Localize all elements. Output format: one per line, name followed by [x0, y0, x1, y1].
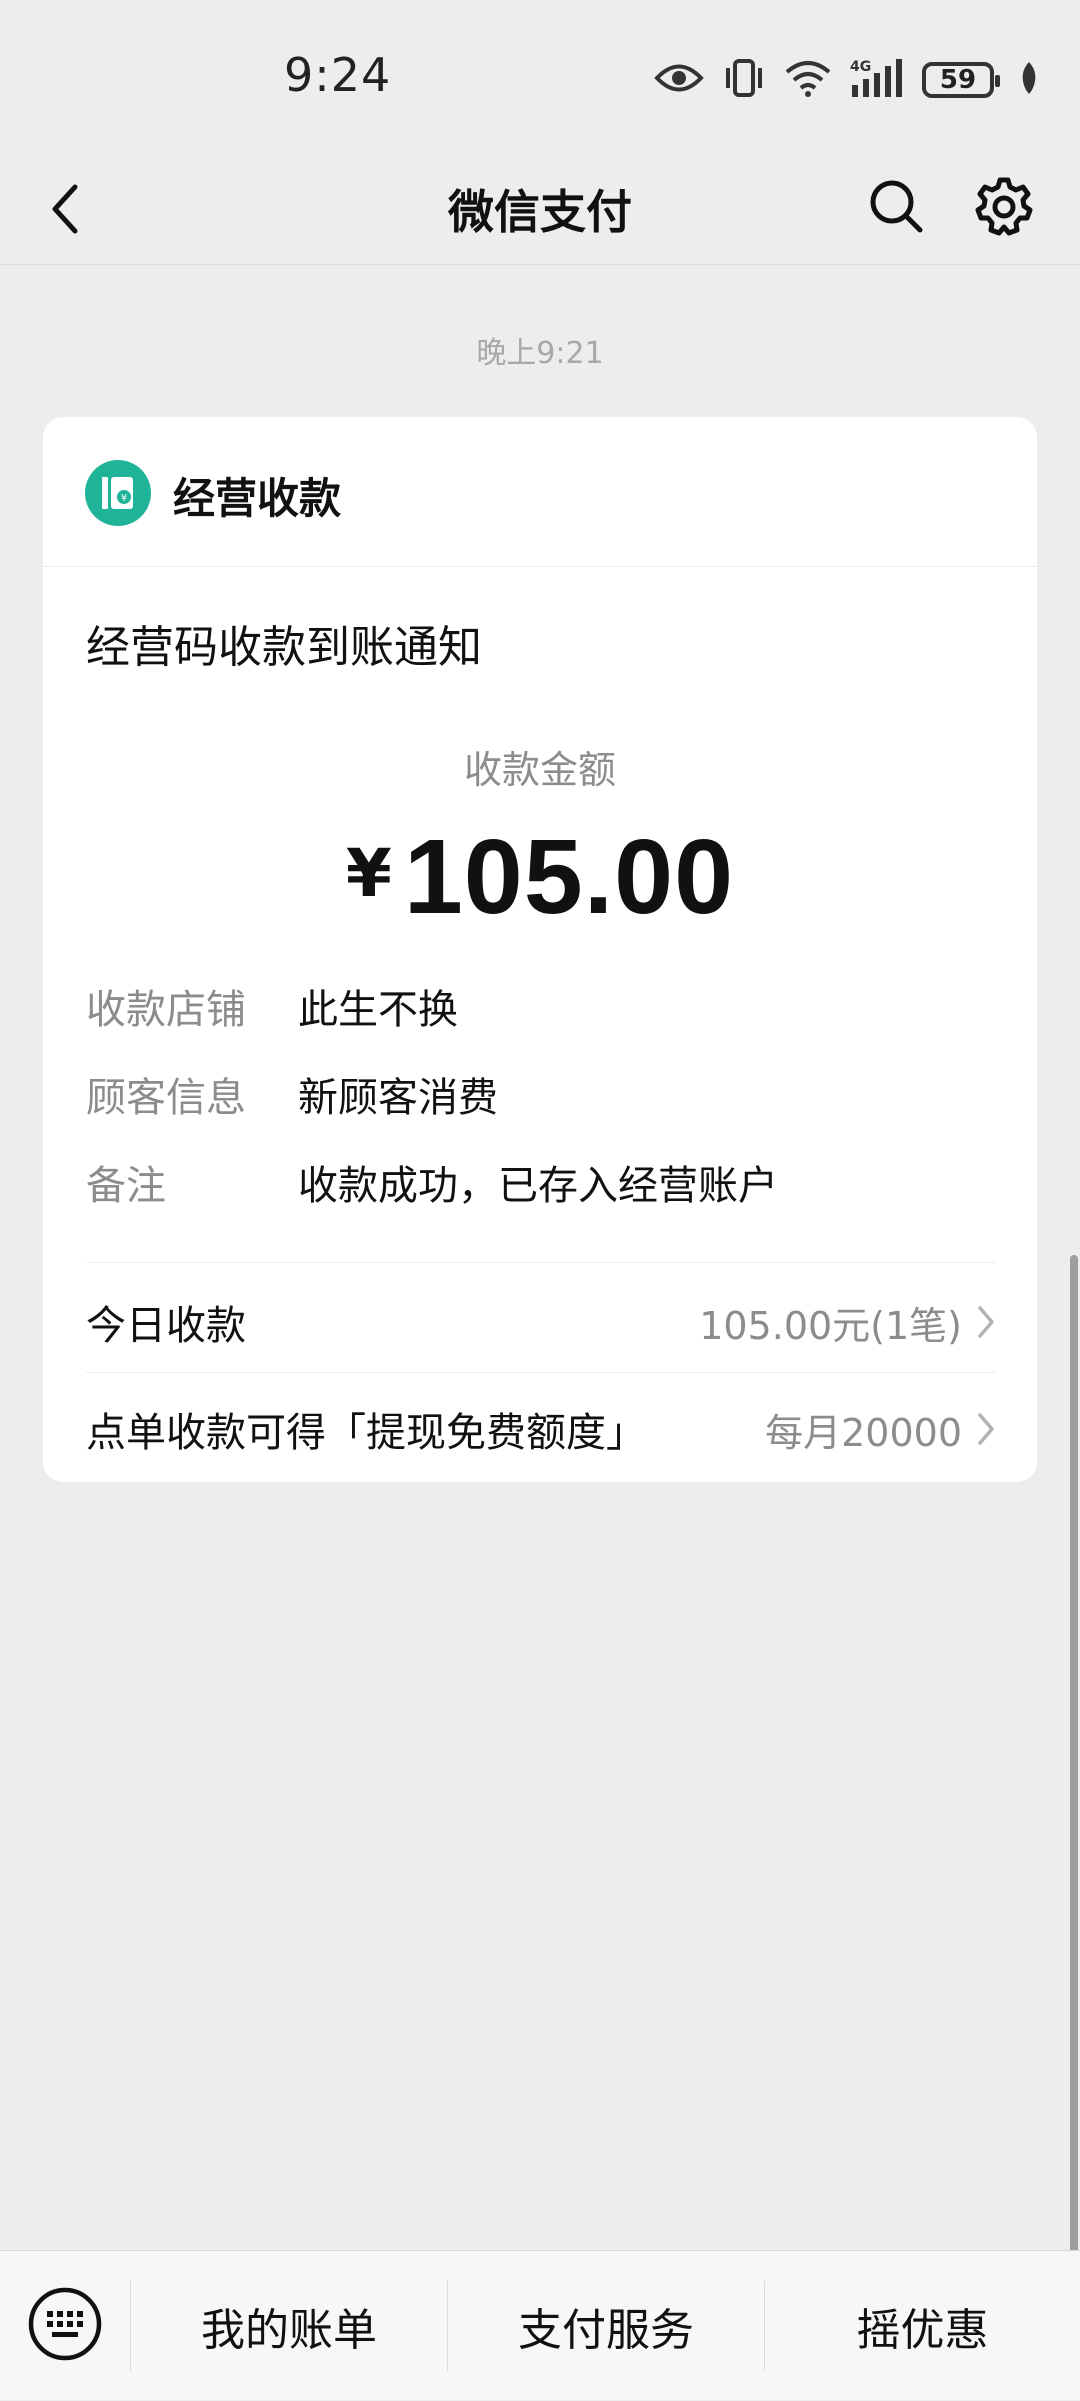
detail-value: 收款成功，已存入经营账户	[298, 1163, 778, 1209]
nav-bar: 微信支付	[0, 150, 1080, 266]
promo-right: 每月20000	[765, 1402, 996, 1457]
amount-label: 收款金额	[463, 748, 616, 792]
menu-my-bills[interactable]: 我的账单	[131, 2251, 447, 2401]
settings-button[interactable]	[968, 170, 1040, 242]
search-icon	[870, 180, 923, 233]
svg-text:4G: 4G	[850, 59, 871, 75]
nav-divider	[0, 264, 1080, 265]
scrollbar[interactable]	[1070, 1255, 1078, 2255]
card-app-name: 经营收款	[173, 474, 342, 523]
detail-row-remark: 备注 收款成功，已存入经营账户	[86, 1138, 996, 1226]
signal-4g-icon: 4G	[850, 57, 904, 103]
keyboard-icon	[28, 2287, 102, 2361]
detail-label: 顾客信息	[86, 1075, 246, 1121]
detail-row-customer: 顾客信息 新顾客消费	[86, 1050, 996, 1138]
wifi-icon	[784, 58, 832, 102]
today-receipts-label: 今日收款	[86, 1303, 246, 1349]
message-timestamp: 晚上9:21	[476, 336, 604, 371]
detail-label: 收款店铺	[86, 987, 246, 1033]
promo-label: 点单收款可得「提现免费额度」	[86, 1410, 646, 1456]
promo-row[interactable]: 点单收款可得「提现免费额度」 每月20000	[86, 1374, 996, 1482]
row-divider	[86, 1262, 996, 1263]
details-list: 收款店铺 此生不换 顾客信息 新顾客消费 备注 收款成功，已存入经营账户	[86, 962, 996, 1226]
detail-row-store: 收款店铺 此生不换	[86, 962, 996, 1050]
leaf-icon	[1018, 60, 1040, 100]
bottom-menu-bar: 我的账单 支付服务 摇优惠	[0, 2250, 1080, 2400]
status-icons: 4G 59	[654, 56, 1040, 104]
today-receipts-value: 105.00元(1笔)	[699, 1303, 962, 1348]
detail-value: 新顾客消费	[298, 1075, 498, 1121]
menu-shake-offers[interactable]: 摇优惠	[765, 2251, 1080, 2401]
today-receipts-row[interactable]: 今日收款 105.00元(1笔)	[86, 1267, 996, 1377]
status-time: 9:24	[284, 48, 392, 102]
detail-value: 此生不换	[298, 987, 458, 1033]
currency-symbol: ¥	[345, 835, 392, 912]
card-title: 经营码收款到账通知	[86, 622, 482, 673]
row-divider	[86, 1372, 996, 1373]
gear-icon	[975, 177, 1033, 236]
card-header[interactable]: ¥ 经营收款	[43, 417, 1037, 567]
search-button[interactable]	[860, 170, 932, 242]
merchant-receipt-icon: ¥	[85, 460, 151, 526]
amount-row: ¥105.00	[43, 817, 1037, 937]
keyboard-toggle-button[interactable]	[26, 2285, 104, 2363]
status-bar: 9:24 4G 59	[0, 0, 1080, 150]
promo-value: 每月20000	[765, 1410, 962, 1455]
battery-icon: 59	[922, 62, 1000, 98]
vibrate-icon	[722, 58, 766, 102]
svg-text:¥: ¥	[121, 493, 127, 504]
menu-payment-services[interactable]: 支付服务	[448, 2251, 764, 2401]
today-receipts-right: 105.00元(1笔)	[699, 1295, 996, 1350]
amount-value: 105.00	[403, 818, 735, 936]
payment-notification-card[interactable]: ¥ 经营收款 经营码收款到账通知 收款金额 ¥105.00 收款店铺 此生不换 …	[43, 417, 1037, 1482]
detail-label: 备注	[86, 1163, 166, 1209]
chevron-right-icon	[978, 1413, 994, 1445]
chevron-right-icon	[978, 1306, 994, 1338]
eye-icon	[654, 61, 704, 99]
